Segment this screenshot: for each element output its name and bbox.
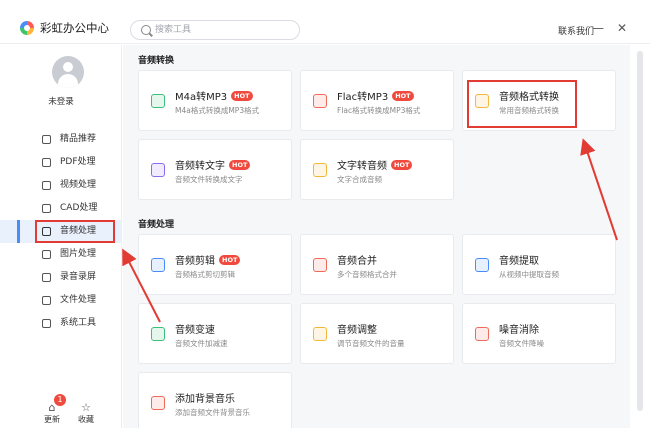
- image-icon: [42, 250, 51, 259]
- title-bar: 彩虹办公中心 联系我们 — ✕: [0, 0, 650, 44]
- tool-icon: [151, 258, 165, 272]
- annotation-box-sidebar: [35, 220, 115, 243]
- sidebar-item-label: 文件处理: [60, 295, 97, 305]
- search-box[interactable]: [130, 20, 300, 40]
- tool-card[interactable]: 音频变速音频文件加减速: [138, 303, 292, 364]
- tool-icon: [313, 94, 327, 108]
- tool-icon: [313, 327, 327, 341]
- sidebar-item-8[interactable]: 系统工具: [0, 312, 122, 335]
- tool-title: 文字转音频 HOT: [337, 157, 413, 172]
- tool-desc: 调节音频文件的音量: [337, 339, 405, 348]
- hot-badge: HOT: [219, 255, 241, 265]
- tool-title: 音频剪辑 HOT: [175, 252, 241, 267]
- tool-icon: [313, 258, 327, 272]
- app-window: 彩虹办公中心 联系我们 — ✕ 未登录 精品推荐PDF处理视频处理CAD处理音频…: [0, 0, 650, 428]
- tool-card[interactable]: 音频调整调节音频文件的音量: [300, 303, 454, 364]
- tool-title: 音频转文字 HOT: [175, 157, 251, 172]
- tool-desc: 添加音频文件背景音乐: [175, 408, 250, 417]
- sidebar-item-label: 精品推荐: [60, 134, 97, 144]
- pdf-icon: [42, 158, 51, 167]
- tool-desc: Flac格式转换成MP3格式: [337, 106, 421, 115]
- video-icon: [42, 181, 51, 190]
- hot-badge: HOT: [391, 160, 413, 170]
- tool-card[interactable]: 音频提取从视频中提取音频: [462, 234, 616, 295]
- sidebar-item-6[interactable]: 录音录屏: [0, 266, 122, 289]
- app-title: 彩虹办公中心: [40, 21, 109, 35]
- sidebar-item-label: 录音录屏: [60, 272, 97, 282]
- update-button[interactable]: ⌂ 更新: [40, 402, 64, 425]
- tool-desc: 音频文件转换成文字: [175, 175, 243, 184]
- cad-icon: [42, 204, 51, 213]
- tool-title: 噪音消除: [499, 325, 539, 336]
- sidebar-item-label: 视频处理: [60, 180, 97, 190]
- contact-us-link[interactable]: 联系我们: [558, 24, 594, 37]
- sidebar-item-1[interactable]: PDF处理: [0, 151, 122, 174]
- tool-title: 添加背景音乐: [175, 394, 235, 405]
- tool-desc: 文字合成音频: [337, 175, 382, 184]
- tool-card[interactable]: Flac转MP3 HOT Flac格式转换成MP3格式: [300, 70, 454, 131]
- tool-card[interactable]: 文字转音频 HOT 文字合成音频: [300, 139, 454, 200]
- hot-badge: HOT: [231, 91, 253, 101]
- scrollbar[interactable]: [630, 45, 650, 428]
- tool-icon: [151, 327, 165, 341]
- folder-icon: [42, 296, 51, 305]
- sidebar-item-0[interactable]: 精品推荐: [0, 128, 122, 151]
- sidebar-item-2[interactable]: 视频处理: [0, 174, 122, 197]
- tool-desc: 音频文件加减速: [175, 339, 228, 348]
- tool-icon: [475, 327, 489, 341]
- thumb-up-icon: [42, 135, 51, 144]
- tool-icon: [151, 163, 165, 177]
- tool-desc: 多个音频格式合并: [337, 270, 397, 279]
- sidebar-item-label: 系统工具: [60, 318, 97, 328]
- section-title: 音频处理: [138, 220, 175, 230]
- favorite-button[interactable]: ☆ 收藏: [74, 402, 98, 425]
- section-title: 音频转换: [138, 56, 175, 66]
- sidebar-item-label: PDF处理: [60, 157, 96, 167]
- sidebar-item-label: 图片处理: [60, 249, 97, 259]
- tool-icon: [313, 163, 327, 177]
- rainbow-logo-icon: [20, 21, 34, 35]
- tool-card[interactable]: 音频合并多个音频格式合并: [300, 234, 454, 295]
- tool-icon: [475, 258, 489, 272]
- tool-title: Flac转MP3 HOT: [337, 88, 414, 103]
- annotation-box-card: [467, 80, 577, 128]
- tool-card[interactable]: 添加背景音乐添加音频文件背景音乐: [138, 372, 292, 428]
- login-status[interactable]: 未登录: [0, 95, 122, 107]
- tool-card[interactable]: 音频转文字 HOT 音频文件转换成文字: [138, 139, 292, 200]
- tool-desc: 音频文件降噪: [499, 339, 544, 348]
- tool-icon: [151, 396, 165, 410]
- tool-title: 音频提取: [499, 256, 539, 267]
- system-icon: [42, 319, 51, 328]
- sidebar-item-7[interactable]: 文件处理: [0, 289, 122, 312]
- hot-badge: HOT: [229, 160, 251, 170]
- avatar[interactable]: [52, 56, 84, 88]
- tool-icon: [151, 94, 165, 108]
- sidebar-item-label: CAD处理: [60, 203, 98, 213]
- tool-card[interactable]: 音频剪辑 HOT 音频格式剪切剪辑: [138, 234, 292, 295]
- tool-desc: M4a格式转换成MP3格式: [175, 106, 260, 115]
- search-input[interactable]: [155, 23, 295, 37]
- minimize-icon[interactable]: —: [590, 20, 606, 36]
- update-icon: ⌂: [48, 401, 56, 414]
- tool-desc: 从视频中提取音频: [499, 270, 559, 279]
- tool-title: 音频合并: [337, 256, 377, 267]
- tool-card[interactable]: 噪音消除音频文件降噪: [462, 303, 616, 364]
- tool-desc: 音频格式剪切剪辑: [175, 270, 235, 279]
- tool-card[interactable]: M4a转MP3 HOT M4a格式转换成MP3格式: [138, 70, 292, 131]
- star-icon: ☆: [81, 401, 91, 414]
- tool-title: 音频调整: [337, 325, 377, 336]
- sidebar-item-5[interactable]: 图片处理: [0, 243, 122, 266]
- close-icon[interactable]: ✕: [614, 20, 630, 36]
- record-icon: [42, 273, 51, 282]
- scroll-thumb[interactable]: [637, 51, 643, 411]
- sidebar-item-3[interactable]: CAD处理: [0, 197, 122, 220]
- search-icon: [141, 25, 151, 35]
- tool-title: 音频变速: [175, 325, 215, 336]
- hot-badge: HOT: [392, 91, 414, 101]
- tool-title: M4a转MP3 HOT: [175, 88, 253, 103]
